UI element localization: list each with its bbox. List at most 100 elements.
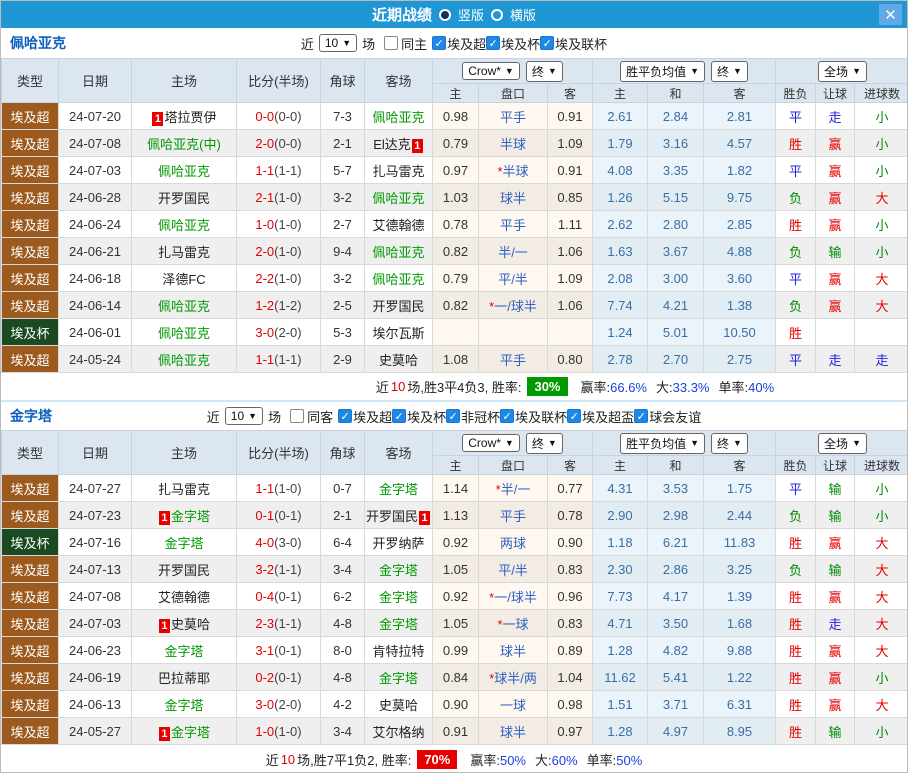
handicap-label: 一球 (499, 697, 526, 713)
result-cell: 走 (815, 345, 856, 373)
league-filter[interactable]: ✓ 球会友谊 (634, 407, 701, 426)
team-label: 金字塔 (164, 697, 204, 713)
league-filter[interactable]: ✓ 非冠杯 (446, 407, 500, 426)
league-filter[interactable]: ✓ 埃及超 (432, 34, 486, 53)
wdl-odds-cell: 4.08 (592, 156, 648, 184)
bookmaker-select[interactable]: Crow* ▼ (462, 62, 520, 80)
result-cell: 大 (854, 582, 907, 610)
checkbox-icon[interactable]: ✓ (500, 409, 515, 423)
wdl-odds-cell: 4.57 (702, 129, 777, 157)
checkbox-icon[interactable]: ✓ (446, 409, 461, 423)
chevron-down-icon: ▼ (547, 66, 557, 76)
close-icon[interactable]: ✕ (879, 4, 902, 25)
chevron-down-icon: ▼ (852, 66, 861, 76)
wdl-average-select[interactable]: 胜平负均值 ▼ (620, 432, 705, 454)
win-rate-badge: 30% (527, 377, 568, 396)
team-label: 史莫哈 (170, 616, 210, 632)
result-cell: 小 (854, 474, 907, 502)
league-filter[interactable]: ✓ 埃及杯 (486, 34, 540, 53)
radio-vertical-label[interactable]: 竖版 (458, 5, 484, 24)
away-team-cell: 史莫哈 (364, 690, 433, 718)
corner-cell: 5-7 (320, 156, 365, 184)
score-cell: 1-0(1-0) (236, 717, 321, 745)
wdl-odds-cell: 1.18 (592, 528, 648, 556)
score-cell: 1-1(1-0) (236, 474, 321, 502)
table-row: 埃及超 24-07-23 1 金字塔 0-1(0-1) 2-1 开罗国民 1 1.13 平手 0.7… (1, 501, 907, 529)
radio-selected-icon[interactable] (438, 8, 451, 21)
league-filter[interactable]: ✓ 埃及杯 (392, 407, 446, 426)
handicap-cell: *半/一 (478, 474, 548, 502)
halftime-score: (1-2) (274, 297, 302, 313)
handicap-cell (478, 318, 548, 346)
final-wdl-select[interactable]: 终 ▼ (711, 432, 748, 454)
result-cell: 走 (815, 609, 856, 637)
radio-unselected-icon[interactable] (491, 8, 503, 21)
bookmaker-select[interactable]: Crow* ▼ (462, 434, 520, 452)
rank-badge: 1 (158, 726, 170, 741)
checkbox-icon[interactable]: ✓ (634, 409, 649, 423)
odds-cell: 0.98 (432, 102, 479, 130)
date-cell: 24-07-08 (58, 582, 132, 610)
checkbox-icon[interactable] (290, 409, 305, 423)
sub-handicap: 盘口 (478, 455, 548, 475)
col-home: 主场 (131, 430, 237, 475)
recent-count-select[interactable]: 10 ▼ (318, 34, 358, 52)
same-venue-filter[interactable]: 同主 (384, 34, 427, 53)
team-name-2: 金字塔 (10, 408, 52, 424)
wdl-odds-cell: 1.28 (592, 717, 648, 745)
date-cell: 24-07-03 (58, 156, 132, 184)
odds-cell: 0.91 (547, 102, 593, 130)
fulltime-select[interactable]: 全场 ▼ (818, 60, 867, 82)
corner-cell: 8-0 (320, 636, 365, 664)
fulltime-score: 0-0 (255, 108, 275, 124)
wdl-odds-cell: 3.25 (702, 555, 777, 583)
odds-cell: 1.03 (432, 183, 479, 211)
odds-cell: 1.06 (547, 237, 593, 265)
recent-count-select[interactable]: 10 ▼ (224, 407, 264, 425)
league-filters-2: ✓ 埃及超 ✓ 埃及杯 ✓ 非冠杯 ✓ 埃及联杯 ✓ 埃及超盃 ✓ 球会友谊 (338, 407, 701, 426)
checkbox-icon[interactable]: ✓ (392, 409, 407, 423)
checkbox-icon[interactable]: ✓ (567, 409, 582, 423)
odds-cell: 0.84 (432, 663, 479, 691)
wdl-odds-cell: 11.62 (592, 663, 648, 691)
wdl-odds-cell: 4.31 (592, 474, 648, 502)
fulltime-select[interactable]: 全场 ▼ (818, 432, 867, 454)
score-cell: 3-0(2-0) (236, 318, 321, 346)
league-filter-label: 埃及超 (447, 36, 487, 52)
league-filters-1: ✓ 埃及超 ✓ 埃及杯 ✓ 埃及联杯 (432, 34, 607, 53)
handicap-label: 平手 (499, 109, 526, 125)
away-team-cell: 开罗国民 1 (364, 501, 433, 529)
matches-label: 场 (268, 409, 282, 425)
league-filter[interactable]: ✓ 埃及超盃 (567, 407, 634, 426)
score-cell: 4-0(3-0) (236, 528, 321, 556)
wdl-average-select[interactable]: 胜平负均值 ▼ (620, 60, 705, 82)
league-filter[interactable]: ✓ 埃及超 (338, 407, 392, 426)
league-filter[interactable]: ✓ 埃及联杯 (500, 407, 567, 426)
league-cell: 埃及超 (1, 582, 59, 610)
final-odds-select[interactable]: 终 ▼ (525, 60, 563, 82)
result-cell: 赢 (815, 528, 856, 556)
table-row: 埃及超 24-05-27 1 金字塔 1-0(1-0) 3-4 艾尔格纳 0.91 球半 0.97… (1, 717, 907, 745)
checkbox-icon[interactable]: ✓ (486, 36, 501, 50)
sub-wdl-result: 胜负 (775, 83, 817, 103)
team-label: 开罗纳萨 (372, 535, 425, 551)
team-label: 金字塔 (378, 562, 418, 578)
checkbox-icon[interactable]: ✓ (338, 409, 353, 423)
league-filter[interactable]: ✓ 埃及联杯 (540, 34, 607, 53)
result-cell: 负 (775, 183, 817, 211)
chevron-down-icon: ▼ (504, 66, 514, 76)
final-odds-select[interactable]: 终 ▼ (525, 432, 563, 454)
odds-cell: 0.83 (547, 609, 593, 637)
checkbox-icon[interactable] (384, 36, 399, 50)
fulltime-score: 0-1 (255, 507, 275, 523)
radio-horizontal-label[interactable]: 横版 (510, 5, 536, 24)
league-cell: 埃及超 (1, 555, 59, 583)
league-cell: 埃及超 (1, 717, 59, 745)
result-group-header: 全场 ▼ (775, 430, 907, 456)
result-cell: 小 (854, 237, 907, 265)
same-venue-filter[interactable]: 同客 (290, 407, 333, 426)
checkbox-icon[interactable]: ✓ (540, 36, 555, 50)
checkbox-icon[interactable]: ✓ (432, 36, 447, 50)
final-wdl-select[interactable]: 终 ▼ (711, 60, 748, 82)
odds-cell: 0.83 (547, 555, 593, 583)
